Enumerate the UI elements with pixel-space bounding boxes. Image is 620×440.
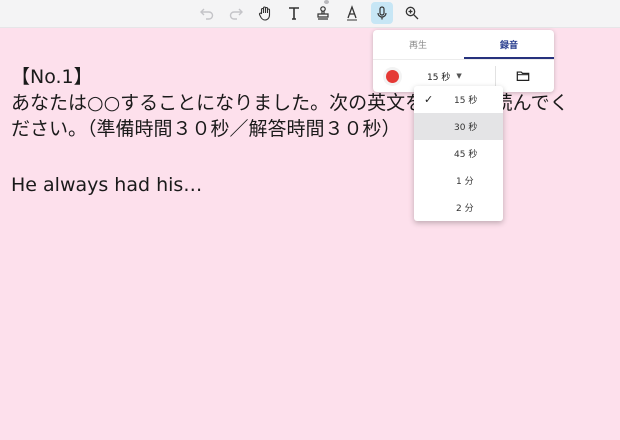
pen-icon bbox=[347, 5, 357, 21]
microphone-icon bbox=[377, 6, 387, 20]
microphone-tool-button[interactable] bbox=[371, 2, 393, 24]
option-label: 1 分 bbox=[456, 177, 474, 187]
option-label: 2 分 bbox=[456, 204, 474, 214]
duration-menu: ✓ 15 秒 30 秒 45 秒 1 分 2 分 bbox=[414, 86, 503, 221]
undo-icon bbox=[200, 8, 214, 20]
instruction-line-1-head: あなたは○○することになりました。次の英文を bbox=[11, 92, 425, 114]
zoom-tool-button[interactable] bbox=[401, 2, 423, 24]
zoom-icon bbox=[405, 6, 419, 20]
record-icon bbox=[386, 70, 399, 83]
open-folder-button[interactable] bbox=[515, 68, 531, 84]
record-button[interactable] bbox=[383, 67, 402, 86]
duration-option-30s[interactable]: 30 秒 bbox=[414, 113, 503, 140]
redo-button[interactable] bbox=[225, 2, 247, 24]
duration-option-45s[interactable]: 45 秒 bbox=[414, 140, 503, 167]
instruction-line-2: ださい。（準備時間３０秒／解答時間３０秒） bbox=[11, 118, 401, 140]
recorder-tabs: 再生 録音 bbox=[373, 30, 554, 60]
tab-record[interactable]: 録音 bbox=[464, 30, 554, 59]
tab-play[interactable]: 再生 bbox=[373, 30, 463, 59]
hand-tool-button[interactable] bbox=[254, 2, 276, 24]
check-icon: ✓ bbox=[424, 93, 434, 106]
text-tool-button[interactable] bbox=[283, 2, 305, 24]
tab-divider bbox=[373, 59, 554, 60]
duration-option-2m[interactable]: 2 分 bbox=[414, 194, 503, 221]
duration-option-1m[interactable]: 1 分 bbox=[414, 167, 503, 194]
caret-down-icon: ▼ bbox=[456, 72, 462, 80]
instruction-line-1: あなたは○○することになりました。次の英文を して読んでく bbox=[11, 90, 611, 116]
duration-value: 15 秒 bbox=[427, 72, 451, 83]
folder-icon bbox=[516, 71, 530, 81]
recorder-panel: 再生 録音 15 秒 ▼ bbox=[373, 30, 554, 92]
option-label: 30 秒 bbox=[454, 123, 478, 133]
undo-button[interactable] bbox=[196, 2, 218, 24]
hand-icon bbox=[258, 6, 271, 21]
option-label: 15 秒 bbox=[454, 96, 478, 106]
passage-text: He always had his… bbox=[11, 174, 203, 196]
toolbar bbox=[0, 0, 620, 28]
option-label: 45 秒 bbox=[454, 150, 478, 160]
vertical-divider bbox=[495, 66, 496, 86]
text-icon bbox=[289, 7, 299, 20]
stamp-tool-button[interactable] bbox=[312, 2, 334, 24]
duration-option-15s[interactable]: ✓ 15 秒 bbox=[414, 86, 503, 113]
redo-icon bbox=[229, 8, 243, 20]
pen-tool-button[interactable] bbox=[341, 2, 363, 24]
stamp-icon bbox=[317, 6, 329, 20]
duration-select[interactable]: 15 秒 ▼ bbox=[427, 68, 469, 84]
